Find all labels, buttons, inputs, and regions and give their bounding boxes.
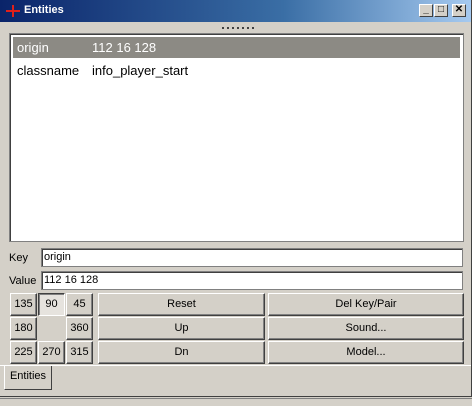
maximize-button[interactable]: □ <box>434 4 448 17</box>
angle-315-button[interactable]: 315 <box>66 341 93 364</box>
dn-button[interactable]: Dn <box>98 341 265 364</box>
key-field[interactable]: origin <box>41 248 463 267</box>
grip-dots-icon <box>222 27 256 29</box>
minimize-icon: _ <box>423 4 429 15</box>
window-title: Entities <box>24 4 64 16</box>
list-item-value: 112 16 128 <box>92 40 157 55</box>
angle-360-button[interactable]: 360 <box>66 317 93 340</box>
list-item[interactable]: origin 112 16 128 <box>13 37 460 58</box>
list-item-key: classname <box>17 63 80 78</box>
close-button[interactable]: ✕ <box>452 4 466 17</box>
angle-225-button[interactable]: 225 <box>10 341 37 364</box>
value-field[interactable]: 112 16 128 <box>41 271 463 290</box>
tab-entities[interactable]: Entities <box>4 366 52 390</box>
del-key-pair-button[interactable]: Del Key/Pair <box>268 293 464 316</box>
red-cross-icon <box>6 5 20 17</box>
angle-180-button[interactable]: 180 <box>10 317 37 340</box>
close-icon: ✕ <box>454 4 464 15</box>
up-button[interactable]: Up <box>98 317 265 340</box>
entity-keyvalue-list[interactable]: origin 112 16 128 classname info_player_… <box>9 33 464 242</box>
minimize-button[interactable]: _ <box>419 4 433 17</box>
list-item[interactable]: classname info_player_start <box>13 60 460 81</box>
tab-strip-divider <box>0 365 472 366</box>
key-label: Key <box>9 252 28 264</box>
list-item-key: origin <box>17 40 49 55</box>
maximize-icon: □ <box>437 4 445 15</box>
angle-270-button[interactable]: 270 <box>38 341 65 364</box>
sound-button[interactable]: Sound... <box>268 317 464 340</box>
reset-button[interactable]: Reset <box>98 293 265 316</box>
angle-45-button[interactable]: 45 <box>66 293 93 316</box>
angle-135-button[interactable]: 135 <box>10 293 37 316</box>
model-button[interactable]: Model... <box>268 341 464 364</box>
title-bar[interactable]: Entities _ □ ✕ <box>0 0 472 22</box>
list-item-value: info_player_start <box>92 63 189 78</box>
angle-90-button[interactable]: 90 <box>38 293 65 316</box>
value-label: Value <box>9 275 37 287</box>
